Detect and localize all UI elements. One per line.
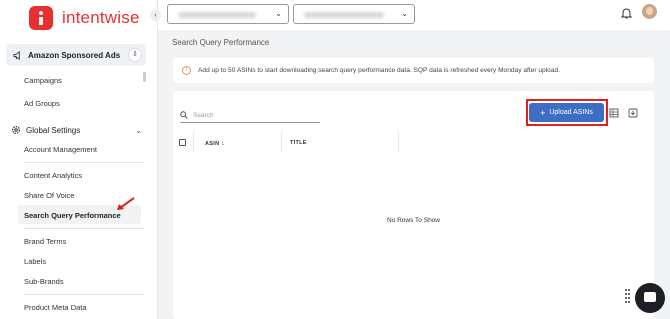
sidebar: intentwise Amazon Sponsored Ads ⇕ Campai… — [0, 0, 158, 319]
chevron-down-icon: ⌄ — [401, 9, 408, 18]
column-divider — [193, 132, 194, 153]
columns-icon[interactable] — [609, 108, 619, 118]
sidebar-item-sub-brands[interactable]: Sub-Brands — [24, 277, 64, 286]
account-selector-label: Amazon Sponsored Ads — [28, 50, 121, 60]
sidebar-item-campaigns[interactable]: Campaigns — [24, 76, 62, 85]
intentwise-logo-icon — [29, 6, 53, 30]
upload-asins-button[interactable]: + Upload ASINs — [529, 103, 604, 122]
sidebar-item-search-query-performance[interactable]: Search Query Performance — [24, 211, 121, 220]
sidebar-item-account-management[interactable]: Account Management — [24, 145, 97, 154]
sidebar-item-content-analytics[interactable]: Content Analytics — [24, 171, 82, 180]
gear-icon — [11, 125, 21, 135]
sort-arrow-down-icon: ↓ — [221, 140, 225, 147]
drag-handle-icon[interactable] — [625, 289, 631, 303]
divider — [24, 228, 144, 229]
avatar[interactable] — [642, 4, 657, 19]
sidebar-item-brand-terms[interactable]: Brand Terms — [24, 237, 66, 246]
info-icon: ! — [182, 66, 191, 75]
up-down-chevron-icon: ⇕ — [128, 48, 142, 62]
sidebar-scrollbar[interactable] — [143, 72, 146, 82]
column-header-title[interactable]: TITLE — [290, 140, 307, 146]
search-icon — [180, 111, 188, 119]
download-icon[interactable] — [628, 108, 638, 118]
marketplace-dropdown[interactable]: ⌄ — [293, 4, 415, 24]
empty-state-message: No Rows To Show — [387, 217, 440, 224]
table-header: ASIN ↓ TITLE — [173, 132, 654, 153]
red-arrow-icon — [117, 197, 135, 210]
chat-bubble-icon — [644, 292, 656, 302]
collapse-sidebar-button[interactable]: ‹ — [150, 10, 161, 21]
megaphone-icon — [13, 50, 20, 60]
page-title: Search Query Performance — [172, 38, 270, 47]
select-all-checkbox[interactable] — [179, 139, 186, 146]
column-divider — [281, 132, 282, 153]
chevron-down-icon: ⌄ — [275, 9, 282, 18]
divider — [24, 294, 144, 295]
logo[interactable]: intentwise — [29, 6, 140, 30]
upload-asins-label: Upload ASINs — [549, 109, 593, 116]
account-selector[interactable]: Amazon Sponsored Ads ⇕ — [6, 44, 146, 66]
column-divider — [398, 132, 399, 153]
column-header-asin[interactable]: ASIN ↓ — [205, 140, 225, 147]
account-dropdown[interactable]: ⌄ — [167, 4, 289, 24]
asin-table-card: Search + Upload ASINs ASIN ↓ TITLE No Ro… — [173, 91, 654, 319]
global-settings-label: Global Settings — [26, 125, 81, 135]
search-input[interactable]: Search — [193, 112, 214, 119]
info-text: Add up to 50 ASINs to start downloading … — [198, 67, 561, 74]
sidebar-item-ad-groups[interactable]: Ad Groups — [24, 99, 60, 108]
divider — [24, 162, 144, 163]
info-banner: ! Add up to 50 ASINs to start downloadin… — [173, 58, 654, 83]
plus-icon: + — [540, 107, 546, 118]
bell-icon[interactable] — [621, 7, 632, 19]
sidebar-item-product-meta-data[interactable]: Product Meta Data — [24, 303, 87, 312]
sidebar-item-labels[interactable]: Labels — [24, 257, 46, 266]
chevron-down-icon[interactable]: ⌄ — [135, 126, 142, 135]
brand-name: intentwise — [62, 8, 140, 27]
chat-widget-button[interactable] — [635, 283, 665, 313]
search-field[interactable]: Search — [180, 108, 320, 123]
sidebar-item-share-of-voice[interactable]: Share Of Voice — [24, 191, 74, 200]
global-settings-toggle[interactable]: Global Settings — [11, 125, 80, 135]
